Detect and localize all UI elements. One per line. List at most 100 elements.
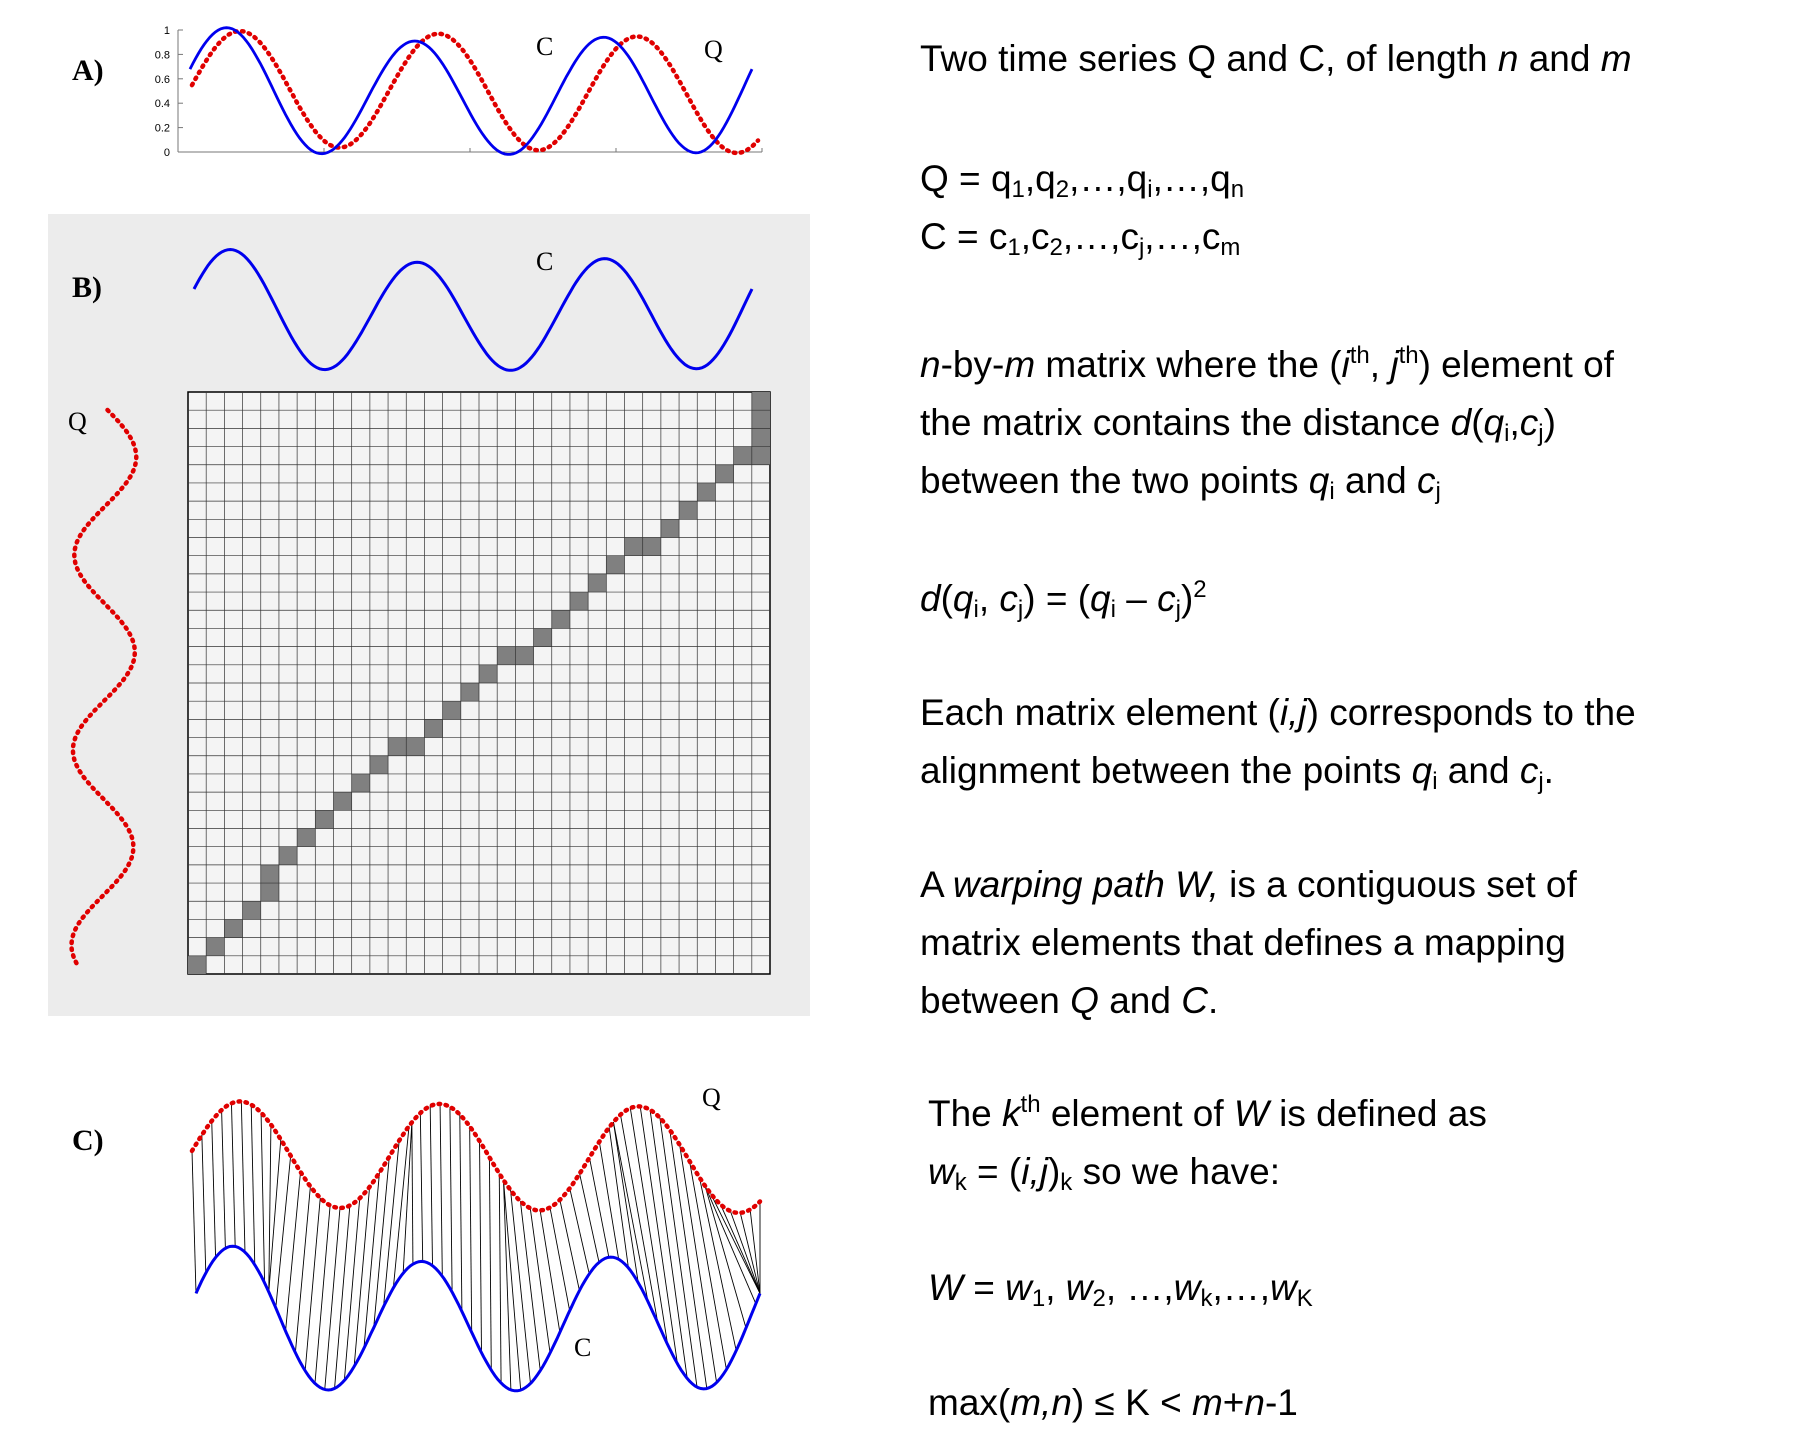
- warping-line-1: A warping path W, is a contiguous set of: [920, 864, 1577, 905]
- alignment-line: [539, 1210, 561, 1333]
- matrix-definition-block: n-by-m matrix where the (ith, jth) eleme…: [920, 336, 1614, 510]
- panel-a-y-tick-label: 1: [164, 25, 170, 37]
- alignment-line: [221, 1110, 226, 1249]
- alignment-line: [343, 1198, 361, 1381]
- t: n: [1497, 38, 1519, 79]
- alignment-line: [469, 1126, 473, 1333]
- warping-path-cell: [351, 773, 370, 793]
- warping-path-cell: [606, 555, 625, 574]
- warping-path-cell: [515, 646, 534, 665]
- alignment-lines: [191, 1101, 761, 1391]
- alignment-line: [324, 1207, 341, 1390]
- warping-path-cell: [206, 937, 225, 956]
- alignment-line: [579, 1173, 600, 1263]
- alignment-line: [334, 1205, 351, 1389]
- warping-path-cell: [278, 846, 298, 865]
- t: and: [1518, 38, 1601, 79]
- panel-a: A) 1 0.8 0.6 0.4 0.2 0 C Q: [72, 25, 763, 159]
- alignment-line: [510, 1189, 531, 1384]
- panel-c-series-c-label: C: [574, 1333, 591, 1362]
- kth-line-2: wk = (i,j)k so we have:: [928, 1151, 1281, 1196]
- panel-a-series-q-label: Q: [704, 35, 723, 64]
- matrix-line-3: between the two points qi and cj: [920, 460, 1441, 505]
- warping-path-cell: [188, 955, 207, 974]
- t: m: [1600, 38, 1632, 79]
- alignment-line: [549, 1207, 571, 1311]
- panel-a-series-c-label: C: [536, 32, 553, 61]
- panel-b: B) C Q: [48, 214, 810, 1016]
- warping-path-cell: [569, 592, 589, 611]
- panel-a-y-tick-label: 0.2: [155, 123, 170, 135]
- alignment-line: [191, 1150, 197, 1294]
- warping-path-cell: [551, 610, 570, 629]
- matrix-line-1: n-by-m matrix where the (ith, jth) eleme…: [920, 342, 1614, 386]
- alignment-line: [479, 1140, 482, 1353]
- warping-path-cell: [588, 573, 607, 593]
- alignment-line: [459, 1114, 463, 1312]
- element-alignment-block: Each matrix element (i,j) corresponds to…: [920, 684, 1636, 800]
- warping-line-3: between Q and C.: [920, 980, 1219, 1021]
- warping-path-cell: [424, 719, 443, 738]
- alignment-line: [488, 1157, 492, 1371]
- alignment-line: [439, 1103, 443, 1277]
- warping-path-cell: [388, 737, 407, 756]
- alignment-line: [598, 1141, 620, 1260]
- panel-a-y-tick-label: 0.6: [155, 74, 170, 86]
- warping-path-cell: [660, 519, 680, 538]
- alignment-line: [411, 1122, 414, 1265]
- alignment-line: [231, 1103, 236, 1247]
- warping-path-cell: [751, 392, 770, 411]
- panel-c-series-q: [189, 1099, 763, 1216]
- series-definition-block: Q = q1,q2,…,qi,…,qn C = c1,c2,…,cj,…,cm: [920, 150, 1244, 266]
- warping-path-cell: [442, 701, 461, 720]
- w-sequence-line: W = w1, w2, …,wk,…,wK: [928, 1267, 1313, 1312]
- alignment-line: [679, 1144, 718, 1383]
- panel-b-series-q-label: Q: [68, 407, 87, 436]
- alignment-line-1: Each matrix element (i,j) corresponds to…: [920, 692, 1636, 733]
- kth-line-1: The kth element of W is defined as: [928, 1091, 1487, 1135]
- panel-c-series-q-label: Q: [702, 1083, 721, 1112]
- t: Two time series Q and C, of length: [920, 38, 1498, 79]
- warping-path-cell: [733, 446, 752, 465]
- panel-c: C) Q C: [72, 1083, 763, 1393]
- distance-formula: d(qi, cj) = (qi – cj)2: [920, 570, 1207, 628]
- warping-path-cell: [479, 664, 498, 683]
- alignment-line: [720, 1204, 761, 1294]
- warping-path-cell: [697, 482, 716, 502]
- alignment-line: [449, 1106, 453, 1293]
- alignment-line: [529, 1208, 551, 1354]
- panel-a-series-c: [188, 26, 754, 156]
- alignment-line: [503, 1179, 522, 1391]
- alignment-line-2: alignment between the points qi and cj.: [920, 750, 1554, 795]
- alignment-line: [250, 1104, 256, 1265]
- alignment-line: [429, 1106, 433, 1266]
- alignment-line: [620, 1114, 659, 1324]
- warping-path-cell: [315, 810, 334, 829]
- warping-path-cell: [533, 628, 552, 647]
- panel-c-label: C): [72, 1124, 104, 1157]
- panel-a-y-tick-label: 0.8: [155, 49, 170, 61]
- alignment-line: [211, 1120, 217, 1258]
- alignment-line: [519, 1201, 541, 1371]
- alignment-line: [498, 1173, 502, 1384]
- panel-a-y-tick-label: 0.4: [155, 98, 170, 110]
- warping-path-cell: [406, 737, 425, 756]
- alignment-line: [503, 1180, 512, 1390]
- warping-path-cell: [260, 883, 279, 902]
- alignment-line: [659, 1117, 698, 1388]
- alignment-line: [294, 1186, 311, 1353]
- warping-path-cell: [715, 464, 734, 483]
- warping-path-cell: [751, 428, 770, 447]
- q-definition: Q = q1,q2,…,qi,…,qn: [920, 158, 1245, 203]
- panel-c-series-c: [194, 1244, 762, 1393]
- panel-b-label: B): [72, 271, 102, 304]
- intro-line: Two time series Q and C, of length n and…: [920, 30, 1632, 88]
- panel-b-series-c-label: C: [536, 247, 553, 276]
- alignment-line: [201, 1135, 207, 1274]
- alignment-line: [285, 1171, 301, 1332]
- matrix-line-2: the matrix contains the distance d(qi,cj…: [920, 402, 1556, 447]
- warping-path-cell: [297, 828, 316, 847]
- warping-path-cell: [679, 501, 698, 520]
- warping-path-cell: [624, 537, 643, 556]
- panel-a-y-tick-label: 0: [164, 147, 170, 159]
